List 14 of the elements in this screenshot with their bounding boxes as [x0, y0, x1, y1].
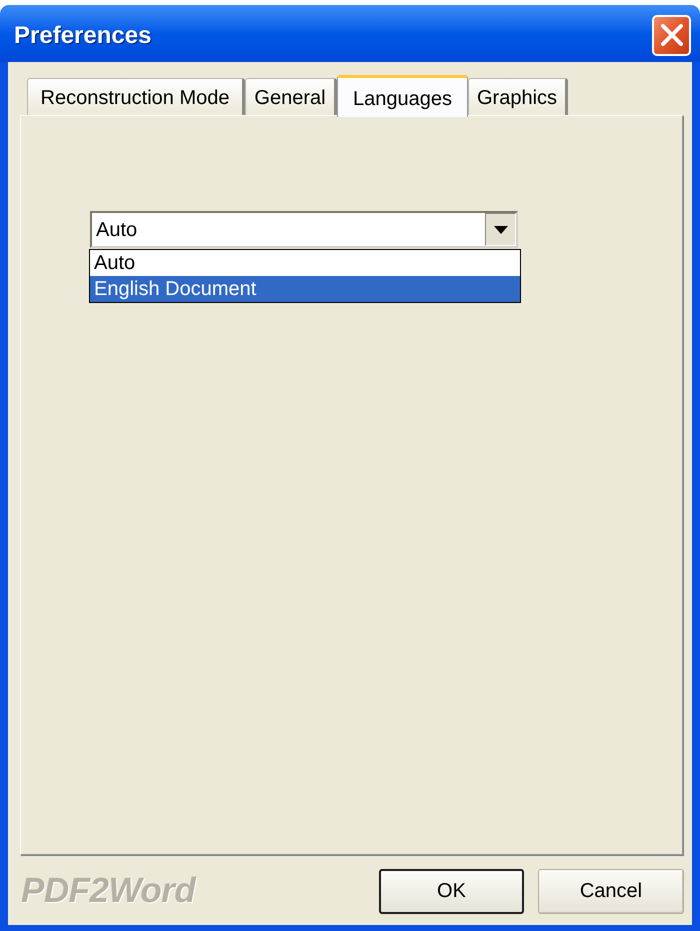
caret-down-icon [494, 226, 508, 234]
close-button[interactable] [652, 14, 691, 56]
dropdown-option[interactable]: English Document [90, 276, 520, 302]
dropdown-button[interactable] [485, 213, 516, 246]
cancel-button[interactable]: Cancel [538, 868, 684, 914]
tab[interactable]: General [245, 78, 337, 115]
tab[interactable]: Languages [337, 75, 468, 117]
window-title: Preferences [14, 24, 152, 48]
language-combobox[interactable]: Auto [90, 211, 518, 248]
tab[interactable]: Graphics [468, 78, 568, 115]
logo-text: PDF2Word [21, 872, 196, 908]
close-icon [660, 24, 682, 46]
tab[interactable]: Reconstruction Mode [27, 78, 245, 115]
ok-button[interactable]: OK [379, 868, 524, 914]
